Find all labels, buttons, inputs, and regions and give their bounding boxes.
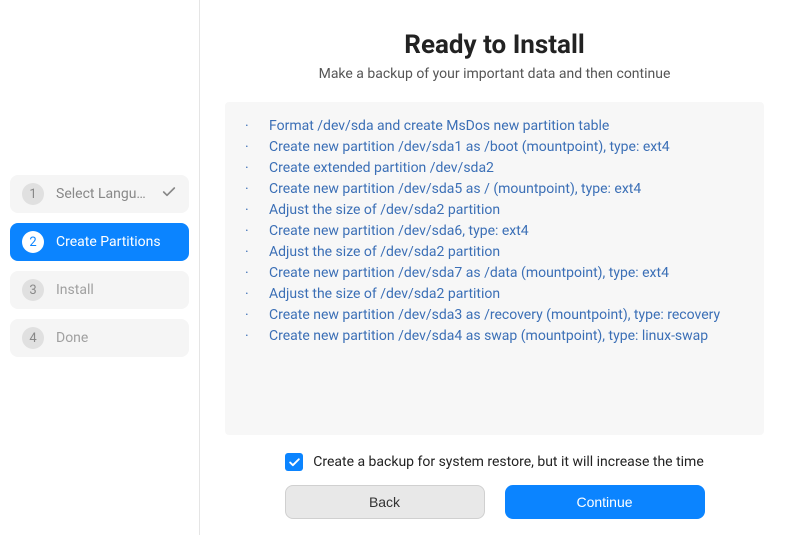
backup-option: Create a backup for system restore, but …	[225, 453, 764, 471]
back-button[interactable]: Back	[285, 485, 485, 519]
operation-item: ·Create new partition /dev/sda7 as /data…	[245, 263, 744, 284]
bullet-icon: ·	[245, 326, 269, 347]
step-label: Create Partitions	[56, 234, 177, 250]
bullet-icon: ·	[245, 116, 269, 137]
operation-item: ·Create new partition /dev/sda4 as swap …	[245, 326, 744, 347]
backup-checkbox[interactable]	[285, 453, 303, 471]
step-install: 3 Install	[10, 271, 189, 309]
main-content: Ready to Install Make a backup of your i…	[200, 0, 789, 535]
check-icon	[161, 184, 177, 204]
operation-item: ·Create new partition /dev/sda1 as /boot…	[245, 137, 744, 158]
bullet-icon: ·	[245, 221, 269, 242]
bullet-icon: ·	[245, 284, 269, 305]
bullet-icon: ·	[245, 305, 269, 326]
step-select-language[interactable]: 1 Select Langu…	[10, 175, 189, 213]
step-done: 4 Done	[10, 319, 189, 357]
operation-item: ·Create new partition /dev/sda5 as / (mo…	[245, 179, 744, 200]
page-title: Ready to Install	[225, 30, 764, 60]
sidebar: 1 Select Langu… 2 Create Partitions 3 In…	[0, 0, 200, 535]
step-create-partitions[interactable]: 2 Create Partitions	[10, 223, 189, 261]
backup-checkbox-label: Create a backup for system restore, but …	[313, 454, 704, 470]
page-subtitle: Make a backup of your important data and…	[225, 66, 764, 82]
operation-item: ·Adjust the size of /dev/sda2 partition	[245, 284, 744, 305]
continue-button[interactable]: Continue	[505, 485, 705, 519]
button-row: Back Continue	[225, 485, 764, 519]
bullet-icon: ·	[245, 137, 269, 158]
bullet-icon: ·	[245, 263, 269, 284]
operation-item: ·Format /dev/sda and create MsDos new pa…	[245, 116, 744, 137]
operation-item: ·Adjust the size of /dev/sda2 partition	[245, 242, 744, 263]
operation-item: ·Create extended partition /dev/sda2	[245, 158, 744, 179]
step-number: 2	[22, 231, 44, 253]
operations-list: ·Format /dev/sda and create MsDos new pa…	[225, 102, 764, 435]
step-label: Select Langu…	[56, 186, 161, 202]
bullet-icon: ·	[245, 158, 269, 179]
bullet-icon: ·	[245, 242, 269, 263]
bullet-icon: ·	[245, 179, 269, 200]
operation-item: ·Create new partition /dev/sda3 as /reco…	[245, 305, 744, 326]
step-number: 4	[22, 327, 44, 349]
step-number: 3	[22, 279, 44, 301]
step-number: 1	[22, 183, 44, 205]
operation-item: ·Create new partition /dev/sda6, type: e…	[245, 221, 744, 242]
step-label: Install	[56, 282, 177, 298]
operation-item: ·Adjust the size of /dev/sda2 partition	[245, 200, 744, 221]
bullet-icon: ·	[245, 200, 269, 221]
step-label: Done	[56, 330, 177, 346]
